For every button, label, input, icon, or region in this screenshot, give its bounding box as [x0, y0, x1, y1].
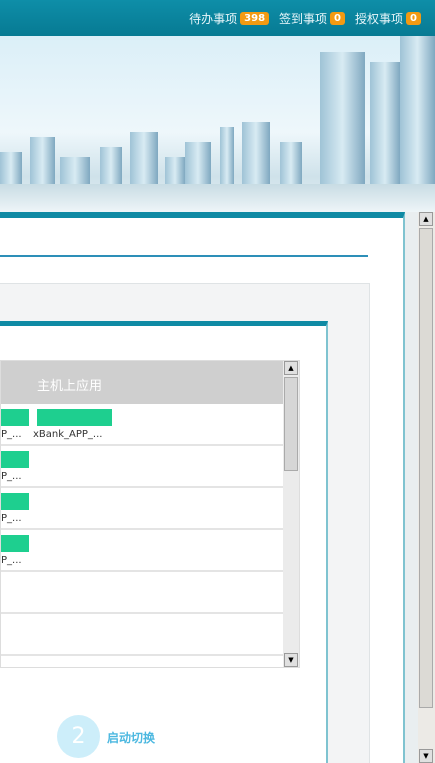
table-header: 主机上应用 — [1, 361, 299, 404]
scroll-thumb[interactable] — [419, 228, 433, 708]
page-scrollbar[interactable]: ▲ ▼ — [418, 212, 435, 763]
checkin-label: 签到事项 — [279, 11, 328, 26]
host-apps-table: 主机上应用 P_... xBank_APP_... P_... P_... P_… — [0, 360, 300, 668]
app-label: P_... — [1, 429, 22, 440]
checkin-items-link[interactable]: 签到事项 0 — [279, 10, 346, 27]
app-label: P_... — [1, 555, 22, 566]
todo-label: 待办事项 — [189, 11, 238, 26]
step-number-circle: 2 — [57, 715, 100, 758]
table-row — [1, 572, 299, 614]
app-chip[interactable] — [1, 535, 29, 552]
app-label: P_... — [1, 471, 22, 482]
app-chip[interactable] — [37, 409, 112, 426]
checkin-count-badge: 0 — [330, 11, 346, 25]
app-chip[interactable] — [1, 409, 29, 426]
auth-count-badge: 0 — [406, 11, 421, 25]
table-row — [1, 614, 299, 656]
scroll-thumb[interactable] — [284, 377, 298, 471]
app-chip[interactable] — [1, 451, 29, 468]
todo-count-badge: 398 — [240, 11, 270, 25]
table-row: P_... — [1, 488, 299, 530]
table-row: P_... xBank_APP_... — [1, 404, 299, 446]
top-bar: 待办事项 398 签到事项 0 授权事项 0 — [0, 0, 435, 36]
scroll-up-icon[interactable]: ▲ — [419, 212, 433, 226]
city-skyline-banner — [0, 36, 435, 212]
divider — [0, 255, 368, 257]
table-row: P_... — [1, 530, 299, 572]
auth-items-link[interactable]: 授权事项 0 — [355, 10, 421, 27]
column-header-host-apps: 主机上应用 — [37, 379, 103, 394]
step-label: 启动切换 — [107, 731, 156, 745]
app-chip[interactable] — [1, 493, 29, 510]
scroll-down-icon[interactable]: ▼ — [284, 653, 298, 667]
scroll-up-icon[interactable]: ▲ — [284, 361, 298, 375]
auth-label: 授权事项 — [355, 11, 404, 26]
table-scrollbar[interactable]: ▲ ▼ — [283, 361, 299, 667]
todo-items-link[interactable]: 待办事项 398 — [189, 10, 270, 27]
app-label: xBank_APP_... — [33, 429, 103, 440]
app-label: P_... — [1, 513, 22, 524]
scroll-down-icon[interactable]: ▼ — [419, 749, 433, 763]
table-row: P_... — [1, 446, 299, 488]
